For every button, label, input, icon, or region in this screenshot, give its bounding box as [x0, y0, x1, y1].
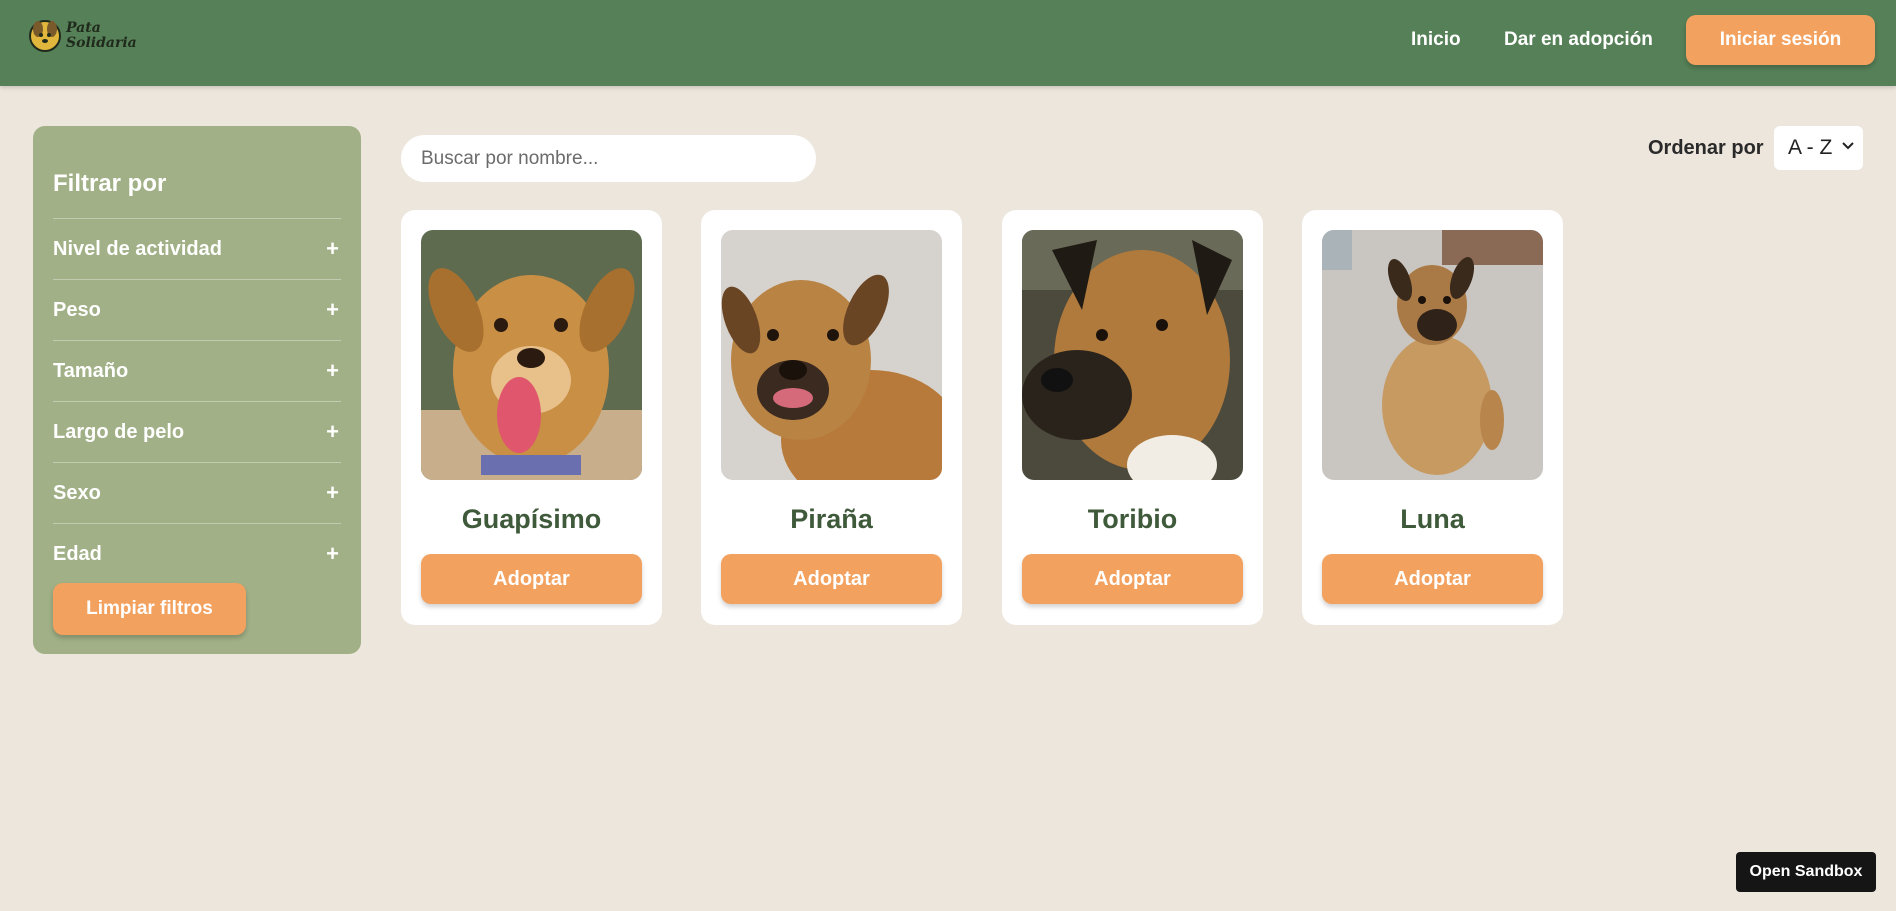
- brand-name: Pata Solidaria: [66, 21, 137, 51]
- dog-logo-icon: [29, 20, 61, 52]
- adopt-button[interactable]: Adoptar: [1322, 554, 1543, 604]
- pet-photo: [1322, 230, 1543, 480]
- pet-name: Guapísimo: [461, 504, 602, 534]
- plus-icon: +: [326, 297, 339, 322]
- nav-inicio-link[interactable]: Inicio: [1411, 28, 1461, 52]
- filter-nivel-actividad[interactable]: Nivel de actividad +: [53, 218, 341, 279]
- top-navbar: Pata Solidaria Inicio Dar en adopción In…: [0, 0, 1896, 86]
- adopt-button[interactable]: Adoptar: [421, 554, 642, 604]
- sort-selected-value: A - Z: [1788, 136, 1833, 159]
- login-button[interactable]: Iniciar sesión: [1686, 15, 1875, 65]
- pet-card: Toribio Adoptar: [1002, 210, 1263, 625]
- plus-icon: +: [326, 358, 339, 383]
- plus-icon: +: [326, 419, 339, 444]
- sort-label: Ordenar por: [1648, 137, 1764, 159]
- open-sandbox-button[interactable]: Open Sandbox: [1736, 852, 1876, 892]
- pet-card: Guapísimo Adoptar: [401, 210, 662, 625]
- plus-icon: +: [326, 541, 339, 566]
- dog-photo-icon: [1322, 230, 1543, 480]
- search-input[interactable]: [401, 135, 816, 182]
- clear-filters-button[interactable]: Limpiar filtros: [53, 583, 246, 635]
- filter-tamano[interactable]: Tamaño +: [53, 340, 341, 401]
- dog-photo-icon: [421, 230, 642, 480]
- pet-card: Piraña Adoptar: [701, 210, 962, 625]
- pet-card: Luna Adoptar: [1302, 210, 1563, 625]
- pet-name: Luna: [1400, 504, 1465, 534]
- nav-dar-en-adopcion-link[interactable]: Dar en adopción: [1504, 28, 1653, 52]
- adopt-button[interactable]: Adoptar: [721, 554, 942, 604]
- sort-select[interactable]: A - Z: [1774, 126, 1863, 170]
- adopt-button[interactable]: Adoptar: [1022, 554, 1243, 604]
- pet-name: Toribio: [1087, 504, 1178, 534]
- filter-edad[interactable]: Edad +: [53, 523, 341, 584]
- filter-title: Filtrar por: [53, 170, 167, 197]
- pet-photo: [421, 230, 642, 480]
- plus-icon: +: [326, 236, 339, 261]
- plus-icon: +: [326, 480, 339, 505]
- pet-photo: [721, 230, 942, 480]
- filter-sexo[interactable]: Sexo +: [53, 462, 341, 523]
- filter-sidebar: Filtrar por Nivel de actividad + Peso + …: [33, 126, 361, 654]
- brand-logo[interactable]: Pata Solidaria: [28, 18, 137, 54]
- brand-name-line1: Pata: [66, 20, 101, 36]
- filter-label: Peso: [53, 298, 101, 321]
- dog-photo-icon: [721, 230, 942, 480]
- filter-label: Nivel de actividad: [53, 237, 222, 260]
- dog-photo-icon: [1022, 230, 1243, 480]
- pet-name: Piraña: [790, 504, 873, 534]
- filter-label: Edad: [53, 542, 102, 565]
- brand-name-line2: Solidaria: [66, 35, 137, 51]
- filter-label: Tamaño: [53, 359, 129, 382]
- filter-label: Largo de pelo: [53, 420, 185, 443]
- filter-largo-pelo[interactable]: Largo de pelo +: [53, 401, 341, 462]
- chevron-down-icon: [1842, 142, 1854, 150]
- filter-label: Sexo: [53, 481, 101, 504]
- filter-peso[interactable]: Peso +: [53, 279, 341, 340]
- pet-photo: [1022, 230, 1243, 480]
